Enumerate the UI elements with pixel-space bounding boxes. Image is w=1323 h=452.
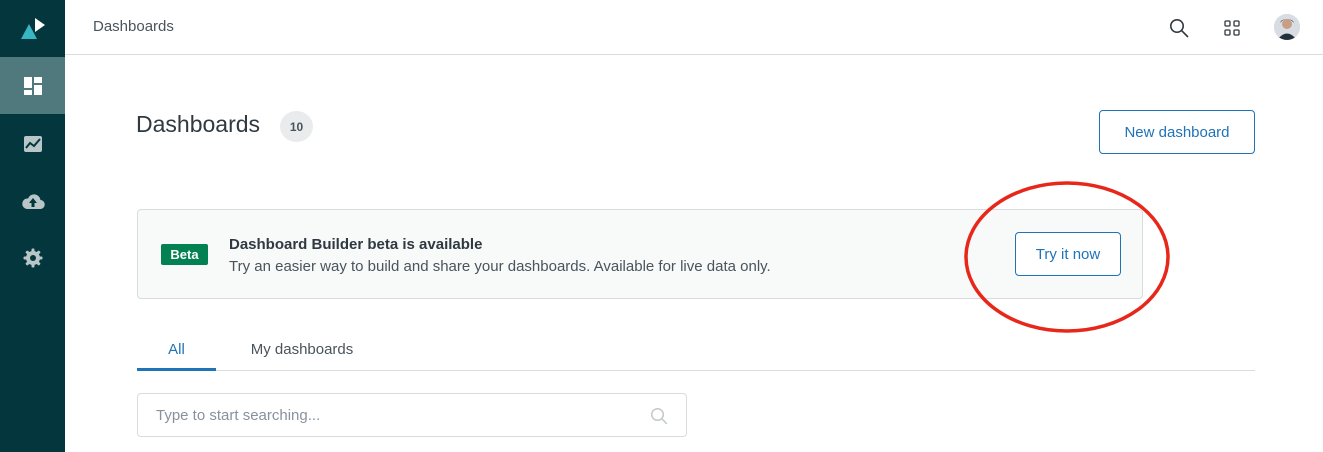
- sidebar-item-settings[interactable]: [0, 229, 65, 286]
- top-bar: Dashboards: [65, 0, 1323, 55]
- search-input[interactable]: [138, 394, 638, 436]
- banner-description: Try an easier way to build and share you…: [229, 258, 771, 275]
- banner-title: Dashboard Builder beta is available: [229, 236, 483, 253]
- search-field: [137, 393, 687, 437]
- gear-icon: [23, 248, 42, 267]
- try-it-now-button[interactable]: Try it now: [1015, 232, 1121, 276]
- apps-grid-icon[interactable]: [1218, 14, 1246, 42]
- chart-icon: [23, 135, 42, 152]
- product-logo-icon[interactable]: [0, 0, 65, 56]
- dashboard-count-badge: 10: [280, 111, 313, 142]
- beta-banner: Beta Dashboard Builder beta is available…: [137, 209, 1143, 299]
- beta-badge: Beta: [161, 244, 208, 265]
- page-title: Dashboards: [136, 111, 261, 137]
- sidebar-item-dashboards[interactable]: [0, 57, 65, 114]
- new-dashboard-button[interactable]: New dashboard: [1099, 110, 1255, 154]
- search-icon[interactable]: [1165, 14, 1193, 42]
- tab-my-dashboards[interactable]: My dashboards: [237, 333, 367, 371]
- cloud-upload-icon: [21, 193, 45, 209]
- sidebar: [0, 0, 65, 452]
- app-root: Dashboards Dashboards 10 New dashboard B…: [0, 0, 1323, 452]
- dashboard-icon: [23, 76, 42, 95]
- dashboard-tabs: All My dashboards: [137, 333, 1255, 371]
- sidebar-item-upload[interactable]: [0, 172, 65, 229]
- search-icon: [648, 405, 670, 427]
- tab-all[interactable]: All: [137, 333, 216, 371]
- breadcrumb-title: Dashboards: [93, 18, 174, 35]
- sidebar-item-reports[interactable]: [0, 115, 65, 172]
- avatar[interactable]: [1274, 14, 1300, 40]
